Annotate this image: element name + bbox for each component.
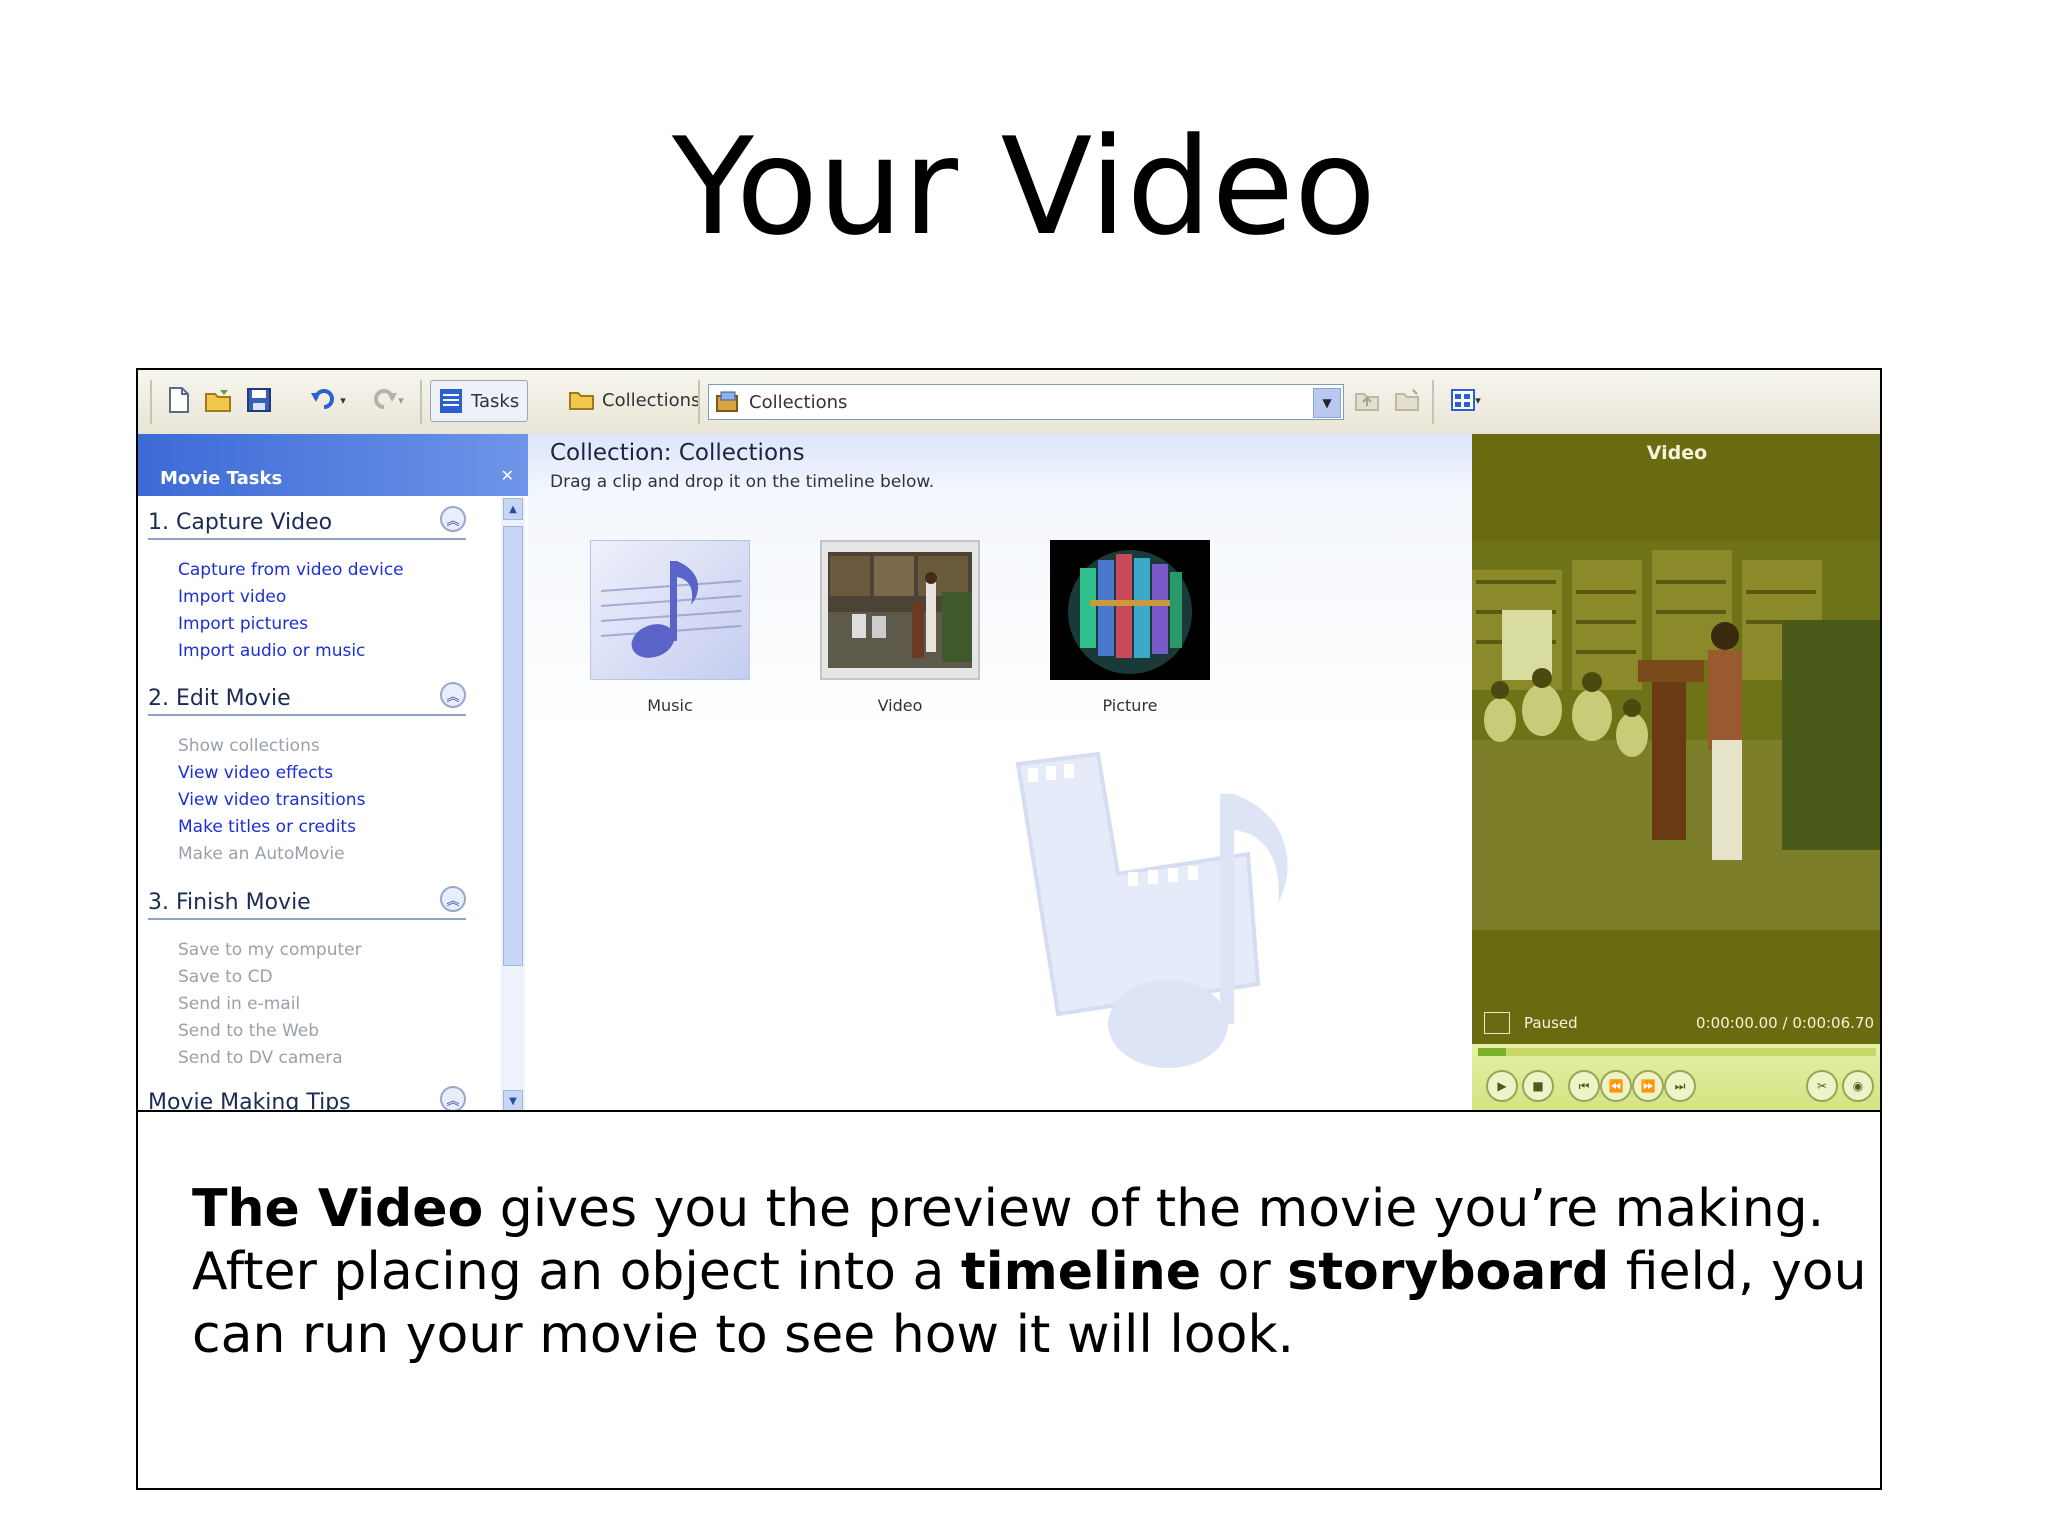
movie-tasks-pane: Movie Tasks ✕ 1. Capture Video ︽ Capture…	[138, 434, 528, 1112]
section-edit-movie[interactable]: 2. Edit Movie ︽	[148, 680, 466, 716]
collapse-icon[interactable]: ︽	[440, 1086, 466, 1110]
tasks-button-label: Tasks	[471, 390, 520, 412]
task-link[interactable]: Save to my computer	[178, 940, 362, 960]
play-icon[interactable]: ▶	[1486, 1070, 1518, 1102]
task-link[interactable]: Make titles or credits	[178, 817, 356, 837]
toolbar-grip	[150, 380, 152, 424]
previous-frame-icon[interactable]: ⏮	[1568, 1070, 1600, 1102]
movie-maker-window: ▾ ▾ Tasks Collections Collections ▼ ▾ Mo…	[136, 368, 1882, 1112]
playback-controls: ▶ ■ ⏮ ⏪ ⏩ ⏭ ✂ ◉	[1472, 1044, 1880, 1110]
redo-icon[interactable]: ▾	[362, 382, 410, 418]
scroll-down-icon[interactable]: ▼	[503, 1090, 523, 1110]
video-collection-label: Video	[877, 696, 923, 715]
seek-bar-fill	[1478, 1048, 1506, 1056]
task-link[interactable]: Make an AutoMovie	[178, 844, 345, 864]
new-folder-icon[interactable]	[1390, 382, 1424, 418]
collapse-icon[interactable]: ︽	[440, 506, 466, 532]
section-finish-movie[interactable]: 3. Finish Movie ︽	[148, 884, 466, 920]
picture-collection-label: Picture	[1102, 696, 1158, 715]
collapse-icon[interactable]: ︽	[440, 682, 466, 708]
collection-pane: Collection: Collections Drag a clip and …	[528, 434, 1472, 1110]
music-collection-thumb[interactable]	[590, 540, 750, 680]
section-label: 1. Capture Video	[148, 510, 333, 535]
collapse-icon[interactable]: ︽	[440, 886, 466, 912]
tasks-icon	[440, 389, 462, 413]
task-link[interactable]: Import pictures	[178, 614, 308, 634]
task-link[interactable]: View video transitions	[178, 790, 365, 810]
slide-title: Your Video	[671, 109, 1377, 265]
caption-bold-storyboard: storyboard	[1287, 1242, 1610, 1302]
collections-button-label: Collections	[602, 389, 701, 411]
next-frame-icon[interactable]: ⏭	[1664, 1070, 1696, 1102]
caption-text: The Video gives you the preview of the m…	[192, 1178, 1872, 1367]
new-project-icon[interactable]	[162, 382, 196, 418]
toolbar: ▾ ▾ Tasks Collections Collections ▼ ▾	[138, 370, 1880, 435]
split-clip-icon[interactable]	[1484, 1012, 1510, 1034]
collections-select-icon	[716, 391, 738, 412]
movie-tasks-header-label: Movie Tasks	[160, 468, 283, 489]
collection-select-value: Collections	[749, 391, 848, 413]
task-link[interactable]: Send in e-mail	[178, 994, 300, 1014]
film-music-watermark-icon	[1015, 751, 1288, 1068]
tasks-scrollbar[interactable]: ▲ ▼	[501, 498, 525, 1110]
section-label: Movie Making Tips	[148, 1090, 351, 1112]
scroll-thumb[interactable]	[503, 526, 523, 966]
collections-folder-icon	[569, 392, 594, 410]
fast-forward-icon[interactable]: ⏩	[1632, 1070, 1664, 1102]
caption-text-part: or	[1200, 1242, 1288, 1302]
up-level-icon[interactable]	[1350, 382, 1384, 418]
task-link[interactable]: Show collections	[178, 736, 320, 756]
task-link[interactable]: Import audio or music	[178, 641, 365, 661]
music-note-icon	[600, 561, 742, 658]
preview-video-frame[interactable]	[1472, 540, 1880, 930]
section-capture-video[interactable]: 1. Capture Video ︽	[148, 504, 466, 540]
movie-tasks-header: Movie Tasks ✕	[138, 434, 528, 496]
collection-subtitle: Drag a clip and drop it on the timeline …	[550, 472, 935, 492]
seek-bar[interactable]	[1478, 1048, 1876, 1056]
scroll-up-icon[interactable]: ▲	[503, 498, 523, 520]
save-icon[interactable]	[242, 382, 276, 418]
video-frame-icon	[822, 542, 978, 678]
toolbar-separator	[698, 380, 700, 424]
preview-status: Paused	[1524, 1014, 1578, 1032]
collection-select[interactable]: Collections ▼	[708, 384, 1344, 420]
preview-video-image	[1472, 540, 1880, 930]
toolbar-separator	[1432, 380, 1434, 424]
caption-bold-video: The Video	[192, 1179, 484, 1239]
collection-title: Collection: Collections	[550, 440, 805, 466]
section-movie-making-tips[interactable]: Movie Making Tips ︽	[148, 1084, 466, 1112]
task-link[interactable]: Capture from video device	[178, 560, 404, 580]
toolbar-separator	[420, 380, 422, 424]
chevron-down-icon[interactable]: ▼	[1313, 388, 1341, 418]
task-link[interactable]: Save to CD	[178, 967, 273, 987]
preview-status-bar: Paused 0:00:00.00 / 0:00:06.70	[1472, 1004, 1880, 1044]
task-link[interactable]: Send to DV camera	[178, 1048, 343, 1068]
task-link[interactable]: View video effects	[178, 763, 333, 783]
split-icon[interactable]: ✂	[1806, 1070, 1838, 1102]
section-label: 2. Edit Movie	[148, 686, 291, 711]
task-link[interactable]: Send to the Web	[178, 1021, 319, 1041]
task-link[interactable]: Import video	[178, 587, 286, 607]
tasks-button[interactable]: Tasks	[430, 380, 529, 422]
collections-button[interactable]: Collections	[562, 382, 706, 418]
stop-icon[interactable]: ■	[1522, 1070, 1554, 1102]
preview-title: Video	[1646, 442, 1708, 464]
open-project-icon[interactable]	[202, 382, 236, 418]
rewind-icon[interactable]: ⏪	[1600, 1070, 1632, 1102]
snapshot-icon[interactable]: ◉	[1842, 1070, 1874, 1102]
video-preview-monitor: Video Paused 0:00:00.00 / 0:00:06.70 ▶ ■…	[1472, 434, 1880, 1110]
caption-bold-timeline: timeline	[960, 1242, 1201, 1302]
preview-time: 0:00:00.00 / 0:00:06.70	[1696, 1014, 1874, 1032]
video-collection-thumb[interactable]	[820, 540, 980, 680]
picture-stack-icon	[1050, 540, 1210, 680]
close-icon[interactable]: ✕	[501, 466, 514, 485]
music-collection-label: Music	[647, 696, 693, 715]
picture-collection-thumb[interactable]	[1050, 540, 1210, 680]
undo-icon[interactable]: ▾	[304, 382, 352, 418]
section-label: 3. Finish Movie	[148, 890, 311, 915]
views-icon[interactable]: ▾	[1444, 382, 1488, 418]
